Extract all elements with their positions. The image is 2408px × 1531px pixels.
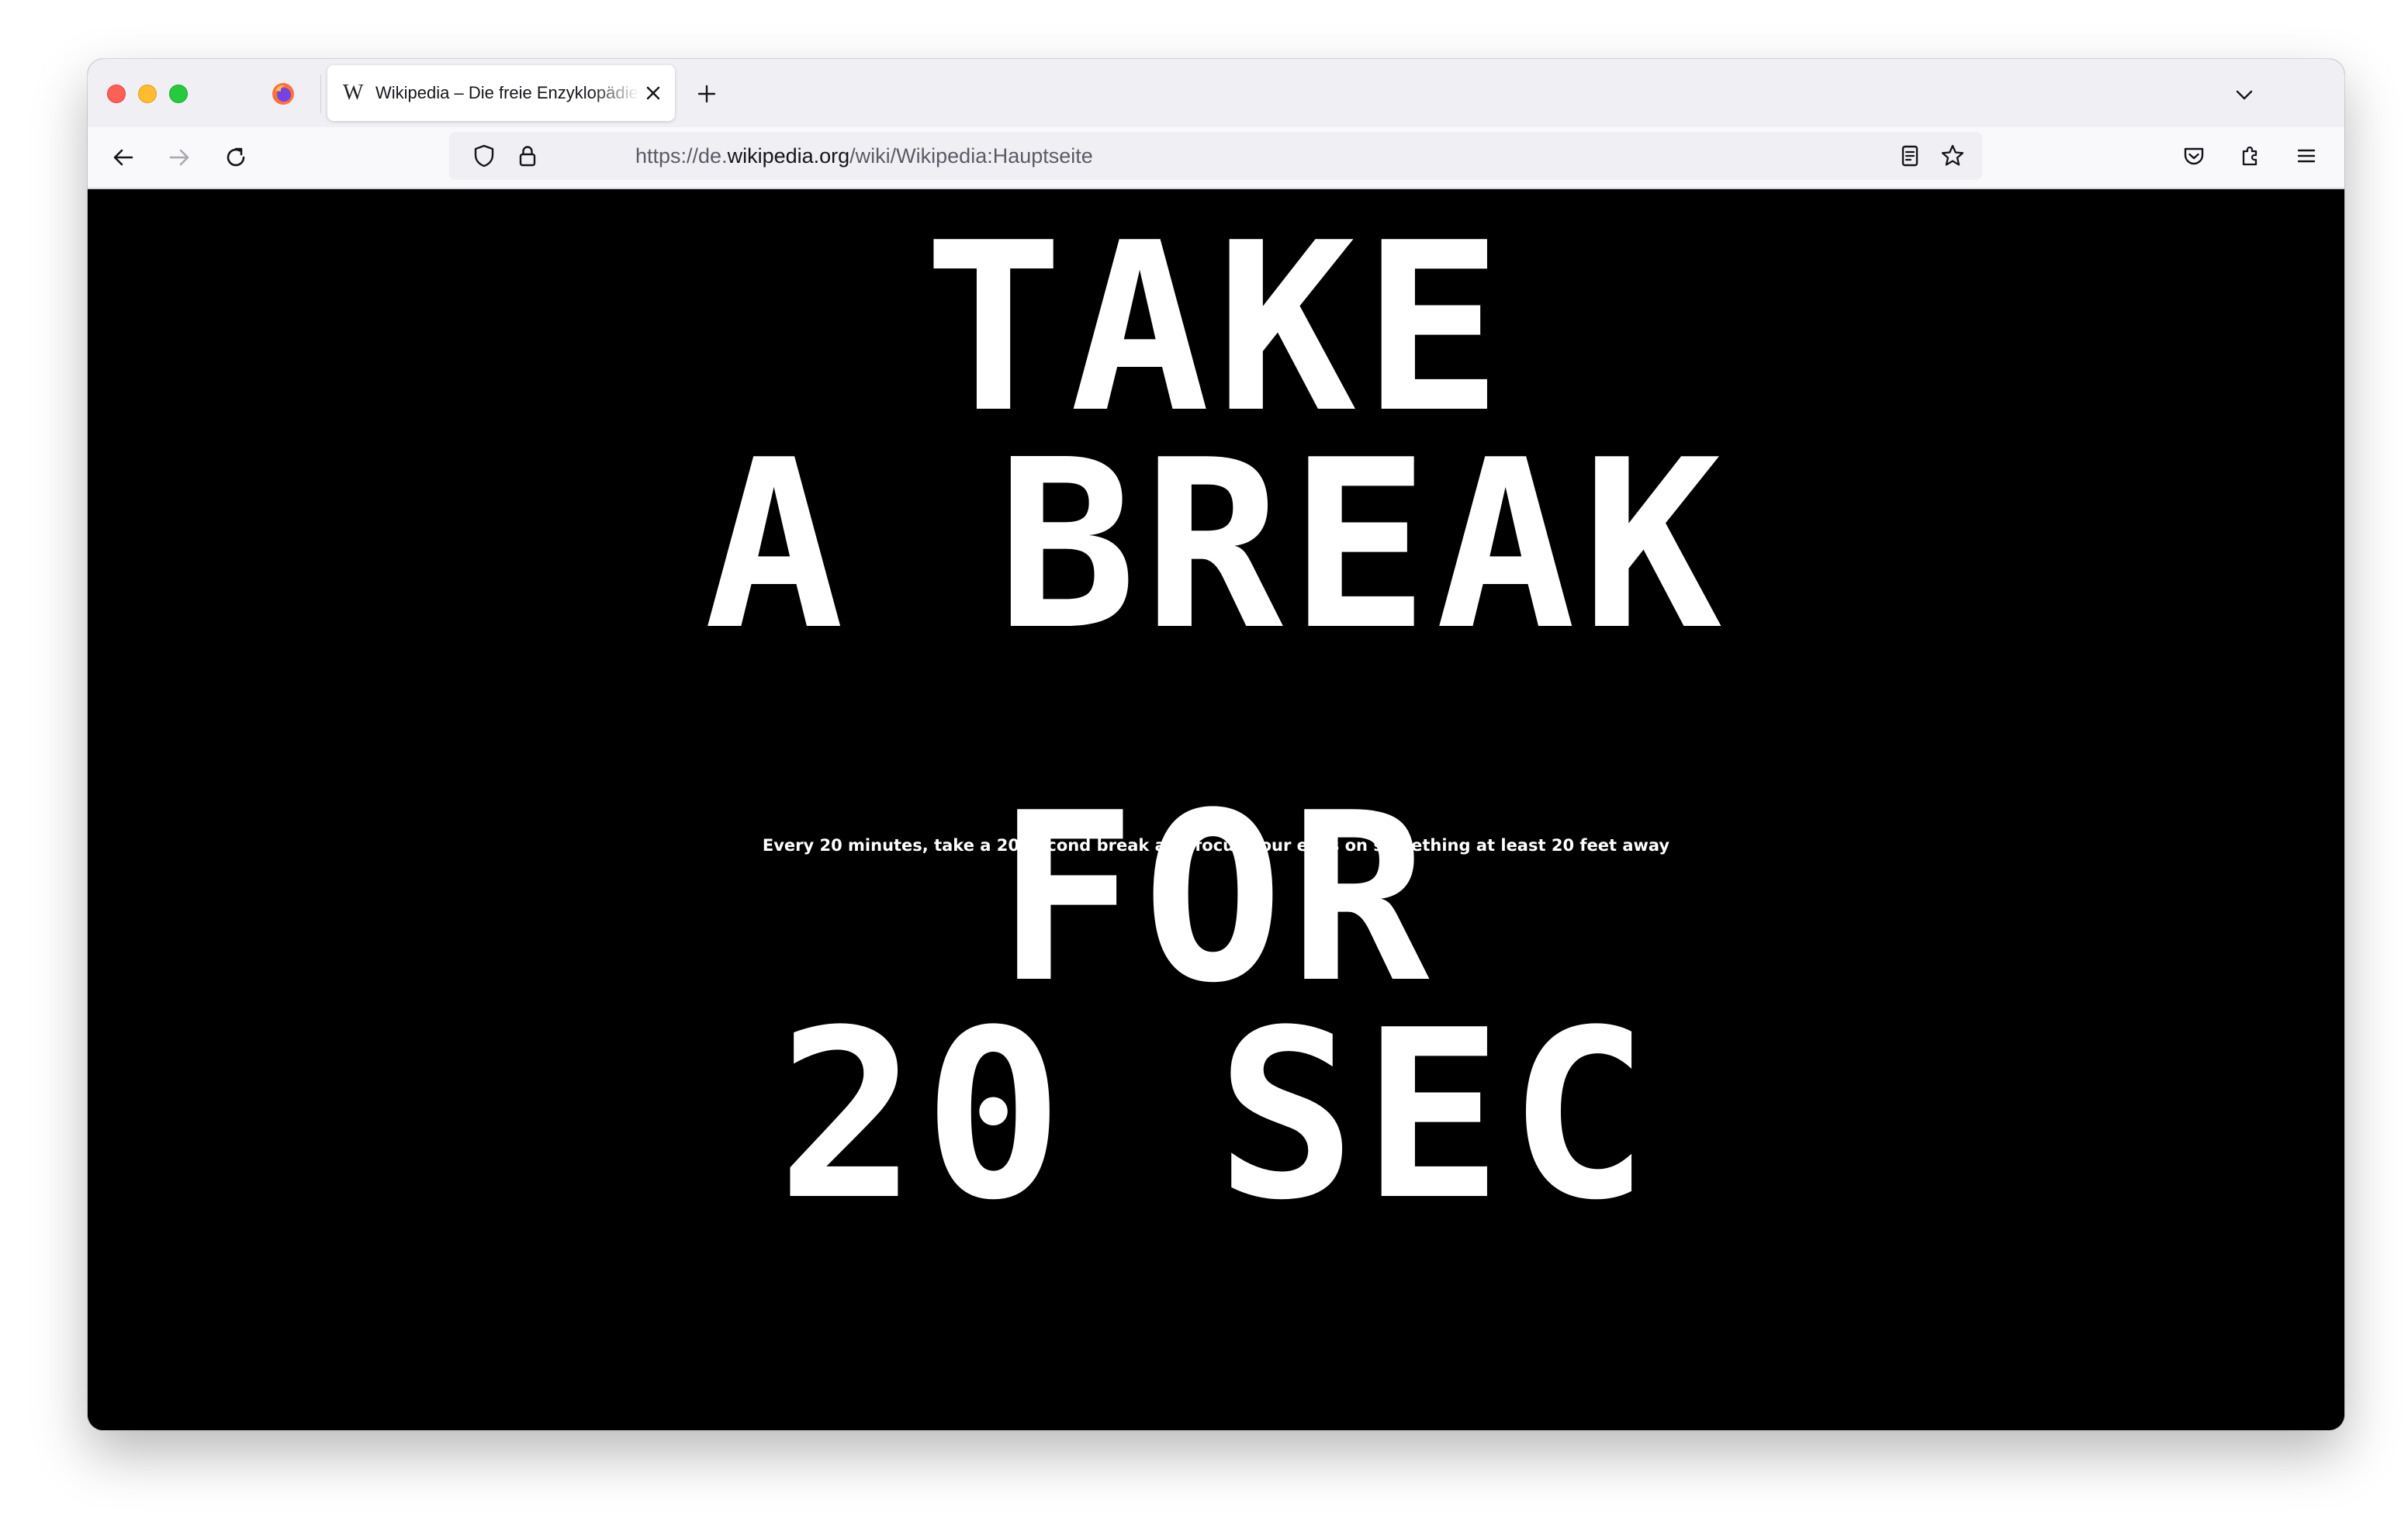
- arrow-left-icon: [113, 149, 133, 166]
- window-close-button[interactable]: [107, 85, 126, 103]
- tracking-protection-shield-icon[interactable]: [471, 143, 497, 169]
- reload-icon: [227, 147, 245, 167]
- tab-wikipedia[interactable]: W Wikipedia – Die freie Enzyklopädie: [327, 65, 675, 121]
- pocket-icon[interactable]: [2181, 143, 2207, 169]
- url-domain: wikipedia.org: [727, 144, 850, 168]
- list-all-tabs-button[interactable]: [2233, 84, 2255, 105]
- tab-title: Wikipedia – Die freie Enzyklopädie: [375, 83, 638, 102]
- extensions-puzzle-icon[interactable]: [2237, 143, 2264, 169]
- tab-separator: [320, 74, 321, 113]
- lock-icon[interactable]: [514, 143, 541, 169]
- chevron-down-icon: [2236, 90, 2253, 100]
- browser-window: W Wikipedia – Die freie Enzyklopädie htt…: [88, 59, 2344, 1430]
- back-button[interactable]: [110, 144, 137, 171]
- arrow-right-icon: [169, 149, 189, 166]
- wikipedia-favicon-icon: W: [343, 81, 364, 105]
- reload-button[interactable]: [223, 144, 249, 171]
- new-tab-button[interactable]: [695, 82, 718, 105]
- page-content: TAKE A BREAK Every 20 minutes, take a 20…: [88, 189, 2344, 1430]
- bookmark-star-icon[interactable]: [1939, 143, 1966, 169]
- navigation-toolbar: https://de.wikipedia.org/wiki/Wikipedia:…: [88, 127, 2344, 189]
- url-text[interactable]: https://de.wikipedia.org/wiki/Wikipedia:…: [635, 143, 1093, 169]
- countdown-20-sec: 20 SEC: [777, 980, 1656, 1251]
- headline-a-break: A BREAK: [704, 410, 1728, 681]
- close-icon[interactable]: [642, 82, 664, 104]
- hamburger-menu-icon[interactable]: [2293, 143, 2320, 169]
- firefox-view-icon[interactable]: [271, 81, 296, 106]
- url-path: /wiki/Wikipedia:Hauptseite: [849, 144, 1093, 168]
- window-minimize-button[interactable]: [138, 85, 157, 103]
- address-bar[interactable]: https://de.wikipedia.org/wiki/Wikipedia:…: [449, 132, 1982, 180]
- reader-view-icon[interactable]: [1897, 143, 1923, 169]
- tab-bar: W Wikipedia – Die freie Enzyklopädie: [88, 59, 2344, 127]
- url-scheme: https://de.: [635, 144, 728, 168]
- plus-icon: [697, 85, 716, 103]
- window-zoom-button[interactable]: [169, 85, 188, 103]
- forward-button[interactable]: [166, 144, 192, 171]
